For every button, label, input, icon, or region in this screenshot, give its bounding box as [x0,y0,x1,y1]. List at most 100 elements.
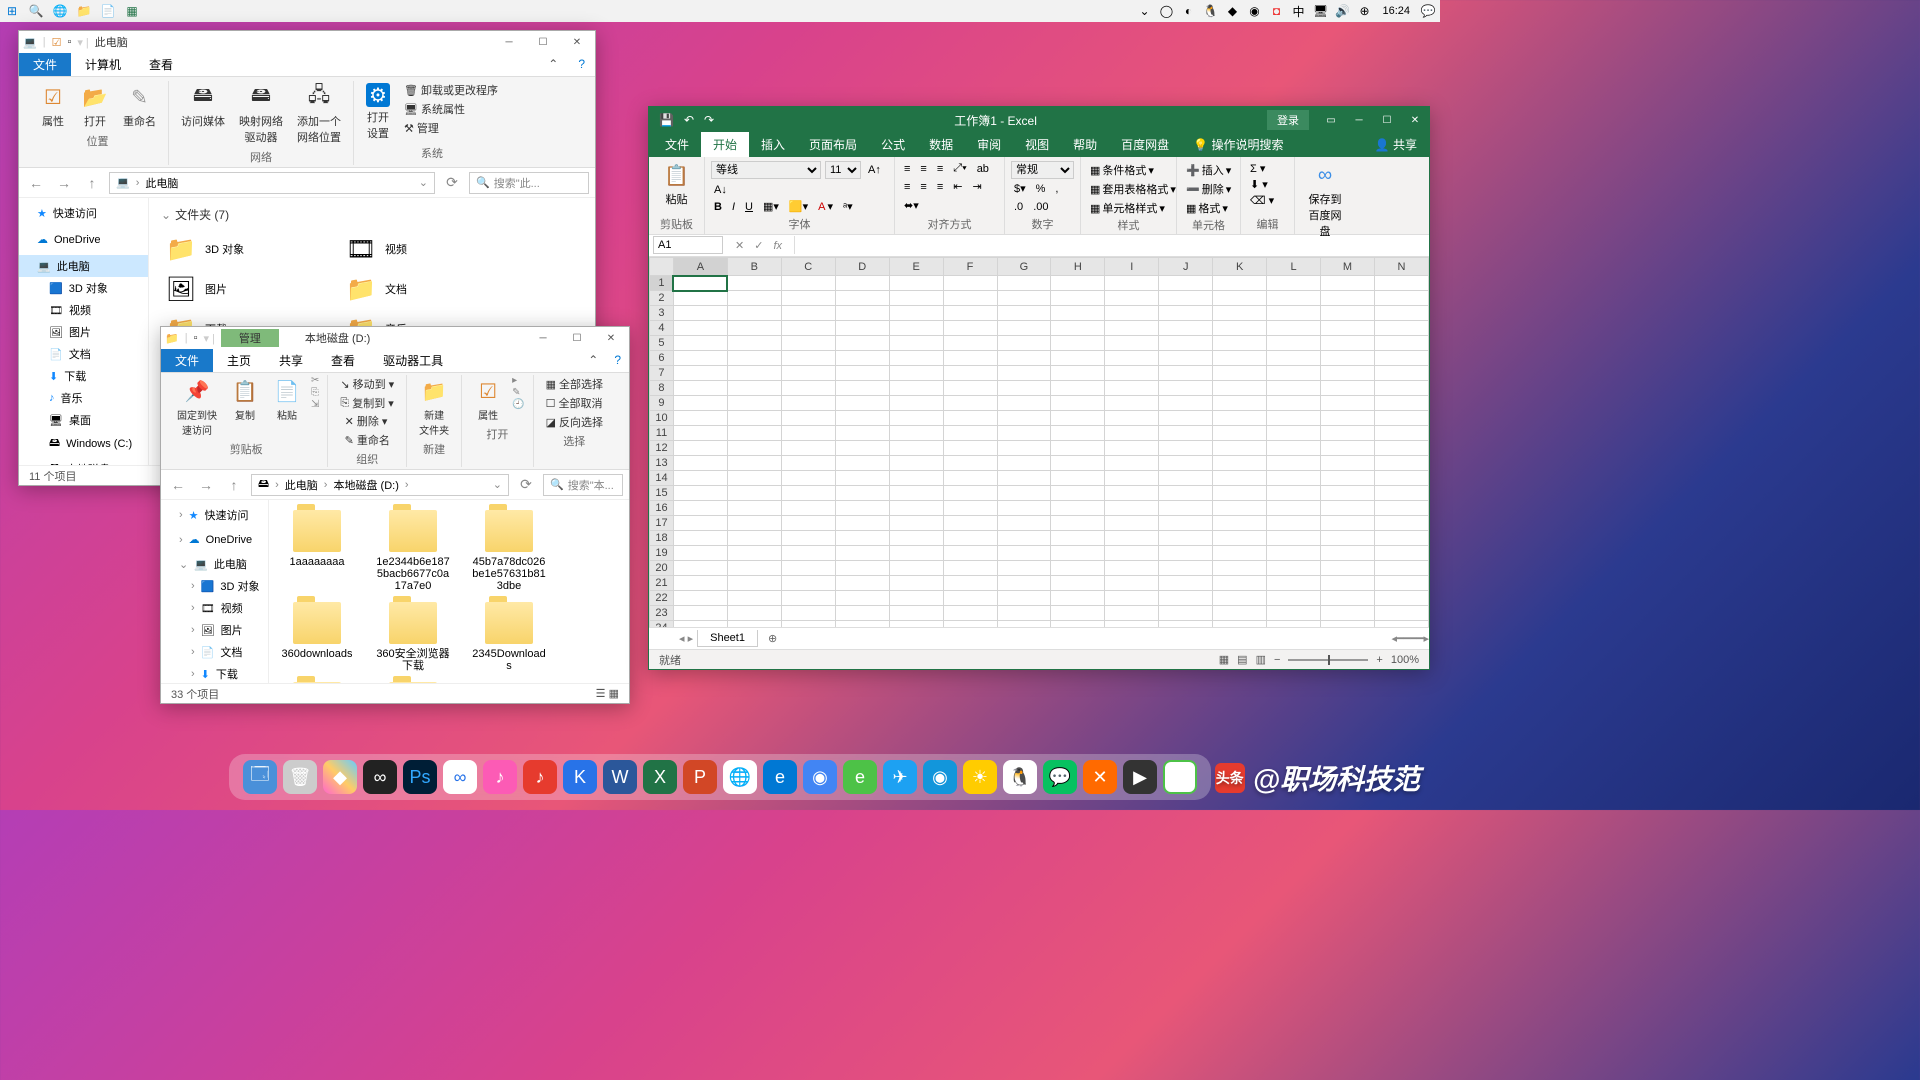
tray-icon-1[interactable]: ◯ [1158,3,1174,19]
uninstall-button[interactable]: 🗑卸载或更改程序 [400,81,502,99]
settings-button[interactable]: ⚙打开 设置 [362,81,394,143]
sidebar-downloads[interactable]: ›⬇下载 [161,663,268,683]
table-format-button[interactable]: ▦ 套用表格格式 ▾ [1087,180,1170,198]
folder-pictures[interactable]: 🖼图片 [161,269,341,309]
maximize-button[interactable]: ☐ [563,328,591,348]
sidebar-documents[interactable]: ›📄文档 [161,641,268,663]
search-field[interactable]: 🔍 搜索"本... [543,474,623,496]
refresh-button[interactable]: ⟳ [515,474,537,496]
zoom-slider[interactable] [1288,659,1368,661]
folder-item[interactable]: 360downloads [279,602,355,672]
percent-icon[interactable]: % [1033,182,1049,196]
delete-cells-button[interactable]: ➖ 删除 ▾ [1183,180,1234,198]
open-button[interactable]: 📂打开 [77,81,113,131]
forward-button[interactable]: → [195,474,217,496]
tray-icon-4[interactable]: ◉ [1246,3,1262,19]
align-top-icon[interactable]: ≡ [901,162,913,176]
tab-file[interactable]: 文件 [161,349,213,372]
properties-button[interactable]: ☑属性 [470,375,506,424]
minimize-button[interactable]: ─ [495,32,523,52]
back-button[interactable]: ← [25,172,47,194]
number-format-select[interactable]: 常规 [1011,161,1074,179]
ribbon-display-icon[interactable]: ▭ [1317,110,1345,130]
enter-formula-icon[interactable]: ✓ [754,239,763,252]
history-icon[interactable]: 🕘 [512,399,524,410]
tray-volume-icon[interactable]: 🔊 [1334,3,1350,19]
open-icon[interactable]: ▸ [512,375,524,386]
dock-app-icon[interactable]: ∞ [363,760,397,794]
folder-item[interactable]: Administrator [279,682,355,683]
tab-help[interactable]: 帮助 [1061,132,1109,157]
sidebar-cdrive[interactable]: 🖴Windows (C:) [19,431,148,456]
back-button[interactable]: ← [167,474,189,496]
search-icon[interactable]: 🔍 [28,3,44,19]
align-right-icon[interactable]: ≡ [934,180,946,194]
formula-input[interactable] [794,236,1425,254]
sidebar-documents[interactable]: 📄文档 [19,343,148,365]
dock-app-icon[interactable]: ✈ [883,760,917,794]
tray-icon-3[interactable]: ◆ [1224,3,1240,19]
tab-computer[interactable]: 计算机 [71,53,135,76]
sidebar-downloads[interactable]: ⬇下载 [19,365,148,387]
orientation-icon[interactable]: ⤢▾ [950,161,969,176]
zoom-in-button[interactable]: + [1376,654,1382,666]
view-icons-icon[interactable]: ▦ [609,688,619,700]
refresh-button[interactable]: ⟳ [441,172,463,194]
clock[interactable]: 16:24 [1378,5,1414,17]
close-button[interactable]: ✕ [563,32,591,52]
delete-button[interactable]: ✕ 删除 ▾ [341,412,392,430]
sidebar-pictures[interactable]: ›🖼图片 [161,619,268,641]
forward-button[interactable]: → [53,172,75,194]
tray-icon-2[interactable]: ◐ [1180,3,1196,19]
rename-button[interactable]: ✎重命名 [119,81,160,131]
invert-button[interactable]: ◪ 反向选择 [542,413,607,431]
sidebar-onedrive[interactable]: ☁OneDrive [19,230,148,249]
dock-360-icon[interactable]: e [843,760,877,794]
fill-color-button[interactable]: 🟨▾ [786,199,811,214]
copyto-button[interactable]: ⎘ 复制到 ▾ [336,394,397,412]
tab-baidu[interactable]: 百度网盘 [1109,132,1181,157]
increase-decimal-icon[interactable]: .0 [1011,200,1026,214]
maximize-button[interactable]: ☐ [529,32,557,52]
sidebar-video[interactable]: ›🎞视频 [161,597,268,619]
selectnone-button[interactable]: ☐ 全部取消 [542,394,607,412]
fx-icon[interactable]: fx [773,240,782,252]
underline-button[interactable]: U [742,200,756,214]
content-area[interactable]: 1aaaaaaaa1e2344b6e1875bacb6677c0a17a7e04… [269,500,629,683]
copypath-icon[interactable]: ⎘ [311,387,319,398]
pin-button[interactable]: 📌固定到快 速访问 [173,375,221,439]
font-color-button[interactable]: A▾ [815,199,836,214]
dock-chrome-icon[interactable]: 🌐 [723,760,757,794]
login-button[interactable]: 登录 [1267,110,1309,130]
folder-documents[interactable]: 📁文档 [341,269,521,309]
sidebar-quick[interactable]: ★快速访问 [19,202,148,224]
currency-icon[interactable]: $▾ [1011,181,1029,196]
folder-item[interactable]: 1e2344b6e1875bacb6677c0a17a7e0 [375,510,451,592]
clear-button[interactable]: ⌫ ▾ [1247,193,1288,208]
explorer-icon[interactable]: 📁 [76,3,92,19]
view-pagebreak-icon[interactable]: ▥ [1256,653,1266,666]
tab-data[interactable]: 数据 [917,132,965,157]
align-left-icon[interactable]: ≡ [901,180,913,194]
indent-left-icon[interactable]: ⇤ [950,179,965,194]
dock-word-icon[interactable]: W [603,760,637,794]
sidebar-onedrive[interactable]: ›☁OneDrive [161,530,268,549]
view-layout-icon[interactable]: ▤ [1237,653,1247,666]
excel-titlebar[interactable]: 💾 ↶ ↷ 工作簿1 - Excel 登录 ▭ ─ ☐ ✕ [649,107,1429,133]
dock-finder-icon[interactable]: 🗔 [243,760,277,794]
address-field[interactable]: 🖴 › 此电脑 › 本地磁盘 (D:) › ⌄ [251,474,509,496]
up-button[interactable]: ↑ [81,172,103,194]
sidebar-desktop[interactable]: 🖥桌面 [19,409,148,431]
qat-checkbox-icon[interactable]: ☑ [52,36,62,49]
decrease-decimal-icon[interactable]: .00 [1030,200,1051,214]
autosum-button[interactable]: Σ ▾ [1247,161,1288,176]
notepad-icon[interactable]: 📄 [100,3,116,19]
manage-button[interactable]: ⚒管理 [400,119,502,137]
increase-font-icon[interactable]: A↑ [865,163,884,177]
folder-item[interactable]: 360安全浏览器下载 [375,602,451,672]
conditional-format-button[interactable]: ▦ 条件格式 ▾ [1087,161,1170,179]
rename-button[interactable]: ✎ 重命名 [341,431,394,449]
ribbon-collapse-icon[interactable]: ⌃ [580,349,606,372]
chevron-down-icon[interactable]: ⌄ [1136,3,1152,19]
moveto-button[interactable]: ↘ 移动到 ▾ [336,375,398,393]
